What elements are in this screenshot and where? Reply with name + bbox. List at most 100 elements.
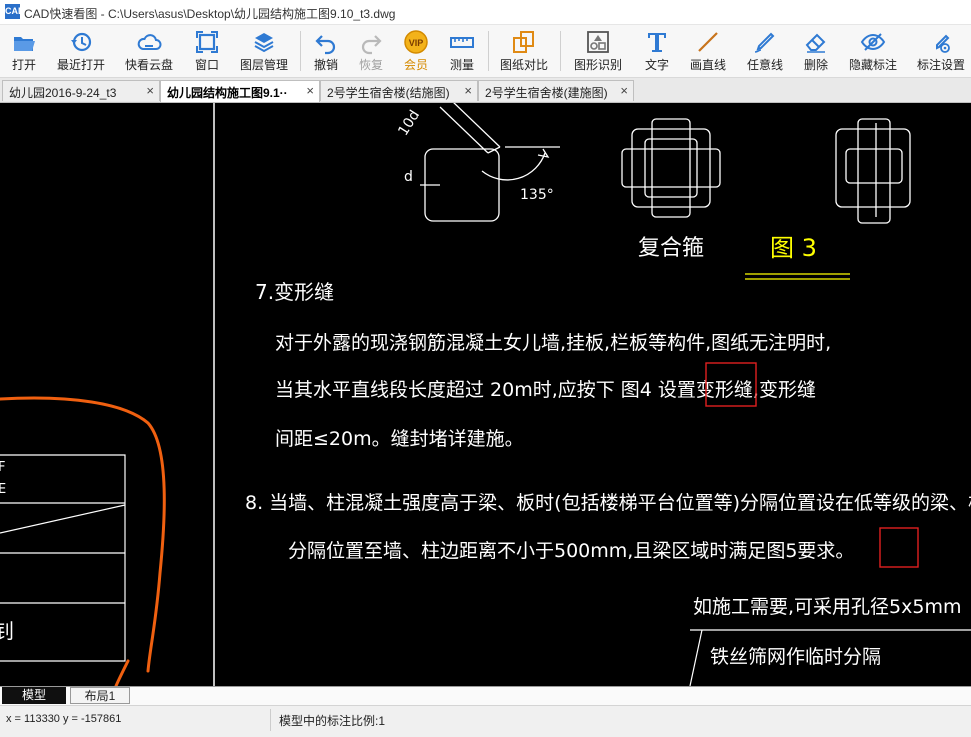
table-fragment-text: F [0,460,5,475]
tab-label: 幼儿园2016-9-24_t3 [9,86,117,100]
markup-rectangle-2[interactable] [879,527,919,568]
cloud-icon [137,34,162,50]
drawing-canvas[interactable]: 10d d 135° 复合箍 图 3 7.变形缝 对于外露的现浇钢筋混凝土女儿墙… [0,103,971,686]
title-bar: CAD CAD快速看图 - C:\Users\asus\Desktop\幼儿园结… [0,0,971,25]
open-label: 打开 [11,58,36,72]
redo-label: 恢复 [358,58,383,72]
recognize-label: 图形识别 [573,58,622,72]
toolbar-separator [488,31,489,71]
layers-icon [254,33,274,53]
figure-3-label: 图 3 [770,234,817,262]
measure-label: 测量 [449,58,474,72]
line-button[interactable]: 画直线 [683,25,733,77]
dim-10d: 10d [395,108,423,139]
tab-label: 幼儿园结构施工图9.1·· [167,86,288,100]
item8-line1: 8. 当墙、柱混凝土强度高于梁、板时(包括楼梯平台位置等)分隔位置设在低等级的梁… [245,492,971,514]
tab-model[interactable]: 模型 [2,687,66,704]
cad-drawing[interactable]: 10d d 135° 复合箍 图 3 7.变形缝 对于外露的现浇钢筋混凝土女儿墙… [0,103,971,686]
open-button[interactable]: 打开 [2,25,46,77]
cloud-button[interactable]: 快看云盘 [118,25,180,77]
window-icon [196,31,218,53]
stirrup-hook-detail [420,103,560,222]
item8-line2: 分隔位置至墙、柱边距离不小于500mm,且梁区域时满足图5要求。 [288,540,854,562]
tab-doc-3[interactable]: 2号学生宿舍楼(结施图) × [320,80,478,101]
hide-marks-button[interactable]: 隐藏标注 [842,25,904,77]
line-icon [698,32,718,52]
tab-label: 2号学生宿舍楼(建施图) [485,86,608,100]
text-label: 文字 [644,58,669,72]
settings-pen-icon [936,34,950,53]
mark-settings-button[interactable]: 标注设置 [910,25,971,77]
item7-line1: 对于外露的现浇钢筋混凝土女儿墙,挂板,栏板等构件,图纸无注明时, [275,332,831,354]
tab-layout1[interactable]: 布局1 [70,687,130,704]
item7-line3: 间距≤20m。缝封堵详建施。 [275,428,524,450]
layers-button[interactable]: 图层管理 [233,25,295,77]
hide-marks-label: 隐藏标注 [848,58,897,72]
document-tabs: 幼儿园2016-9-24_t3 × 幼儿园结构施工图9.1·· × 2号学生宿舍… [0,78,971,103]
redo-icon [361,35,382,55]
measure-button[interactable]: 测量 [440,25,484,77]
coordinate-readout: x = 113330 y = -157861 [6,713,122,725]
table-fragment-text-2: E [0,482,6,497]
composite-stirrup-figure [621,118,721,218]
item7-line2: 当其水平直线段长度超过 20m时,应按下 图4 设置变形缝,变形缝 [275,379,816,401]
line-label: 画直线 [689,58,726,72]
compare-label: 图纸对比 [499,58,548,72]
vip-label: 会员 [403,58,428,72]
tab-doc-1[interactable]: 幼儿园2016-9-24_t3 × [2,80,160,101]
undo-label: 撤销 [313,58,338,72]
table-fragment-text-3: 钊 [0,619,14,643]
note-line1: 如施工需要,可采用孔径5x5mm [693,596,961,618]
delete-button[interactable]: 删除 [795,25,837,77]
main-toolbar: 打开 最近打开 快看云盘 窗口 图层管理 撤销 恢复 VIP 会员 测量 图纸对… [0,25,971,78]
dim-d: d [404,169,413,185]
layers-label: 图层管理 [239,58,288,72]
freehand-markup[interactable] [0,396,166,686]
close-icon[interactable]: × [464,83,472,98]
mark-settings-label: 标注设置 [916,58,965,72]
item7-title: 7.变形缝 [255,280,334,304]
leader-line-diagonal [689,629,703,686]
delete-label: 删除 [803,58,828,72]
close-icon[interactable]: × [620,83,628,98]
toolbar-separator [560,31,561,71]
undo-icon [315,35,336,55]
freeline-button[interactable]: 任意线 [740,25,790,77]
freeline-label: 任意线 [746,58,783,72]
eye-slash-icon [860,33,886,51]
toolbar-separator [300,31,301,71]
composite-stirrup-label: 复合箍 [638,236,704,261]
ruler-icon [450,37,474,48]
app-icon: CAD [5,4,25,19]
tab-doc-4[interactable]: 2号学生宿舍楼(建施图) × [478,80,634,101]
eraser-icon [805,33,826,53]
tab-label: 2号学生宿舍楼(结施图) [327,86,450,100]
cloud-label: 快看云盘 [124,58,173,72]
tab-doc-2[interactable]: 幼儿园结构施工图9.1·· × [160,80,320,102]
window-label: 窗口 [194,58,219,72]
recent-button[interactable]: 最近打开 [50,25,112,77]
recognize-button[interactable]: 图形识别 [565,25,631,77]
close-icon[interactable]: × [146,83,154,98]
status-separator [270,709,271,731]
history-icon [71,32,92,52]
shape-recognize-icon [587,31,609,53]
vip-badge-text: VIP [409,38,424,48]
text-icon [648,33,666,52]
pen-icon [754,32,775,53]
window-button[interactable]: 窗口 [185,25,229,77]
compare-button[interactable]: 图纸对比 [493,25,555,77]
vip-button[interactable]: VIP 会员 [395,25,437,77]
vip-icon: VIP [404,30,428,54]
redo-button[interactable]: 恢复 [350,25,392,77]
status-bar: x = 113330 y = -157861 模型中的标注比例:1 [0,705,971,737]
text-button[interactable]: 文字 [636,25,678,77]
undo-button[interactable]: 撤销 [305,25,347,77]
compare-icon [513,31,534,53]
layout-tabs: 模型 布局1 [0,686,971,705]
window-title: CAD快速看图 - C:\Users\asus\Desktop\幼儿园结构施工图… [24,7,396,21]
note-line2: 铁丝筛网作临时分隔 [710,646,881,668]
annotation-scale: 模型中的标注比例:1 [279,714,386,728]
composite-stirrup-figure-2 [835,118,911,224]
close-icon[interactable]: × [306,83,314,98]
